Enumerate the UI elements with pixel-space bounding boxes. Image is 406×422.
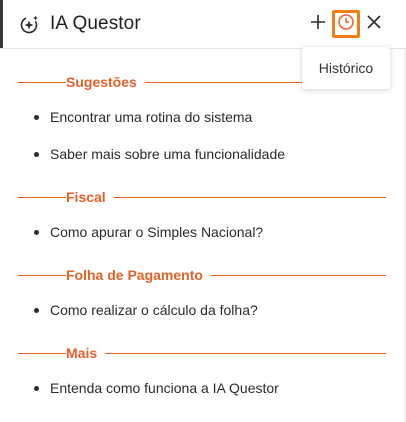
close-icon (366, 14, 382, 35)
suggestion-item[interactable]: Entenda como funciona a IA Questor (34, 379, 279, 397)
clock-icon (337, 13, 355, 36)
suggestion-text: Entenda como funciona a IA Questor (50, 380, 279, 396)
bullet (34, 114, 39, 120)
panel-title: IA Questor (50, 13, 141, 34)
section-folha-de-pagamento: Folha de Pagamento (18, 265, 386, 285)
suggestion-text: Como apurar o Simples Nacional? (50, 224, 264, 240)
section-fiscal: Fiscal (18, 187, 386, 207)
suggestion-text: Encontrar uma rotina do sistema (50, 109, 253, 125)
section-mais: Mais (18, 343, 386, 363)
bullet (34, 229, 39, 235)
section-label: Folha de Pagamento (66, 267, 211, 283)
suggestion-text: Saber mais sobre uma funcionalidade (50, 146, 286, 162)
sparkle-icon (18, 13, 40, 35)
bullet (34, 151, 39, 157)
history-button[interactable] (332, 10, 360, 38)
suggestion-item[interactable]: Como apurar o Simples Nacional? (34, 223, 263, 241)
new-chat-button[interactable] (305, 11, 331, 37)
section-label: Sugestões (66, 74, 145, 90)
plus-icon (310, 14, 326, 35)
suggestion-item[interactable]: Encontrar uma rotina do sistema (34, 108, 252, 126)
bullet (34, 307, 39, 313)
suggestion-item[interactable]: Saber mais sobre uma funcionalidade (34, 145, 285, 163)
bullet (34, 385, 39, 391)
suggestion-text: Como realizar o cálculo da folha? (50, 302, 258, 318)
section-label: Mais (66, 345, 106, 361)
history-tooltip: Histórico (302, 47, 390, 89)
panel-header: IA Questor (0, 0, 406, 49)
section-label: Fiscal (66, 189, 114, 205)
ia-questor-panel: IA Questor Sugestões Encontrar uma rotin… (0, 0, 406, 422)
close-button[interactable] (361, 11, 387, 37)
suggestion-item[interactable]: Como realizar o cálculo da folha? (34, 301, 258, 319)
